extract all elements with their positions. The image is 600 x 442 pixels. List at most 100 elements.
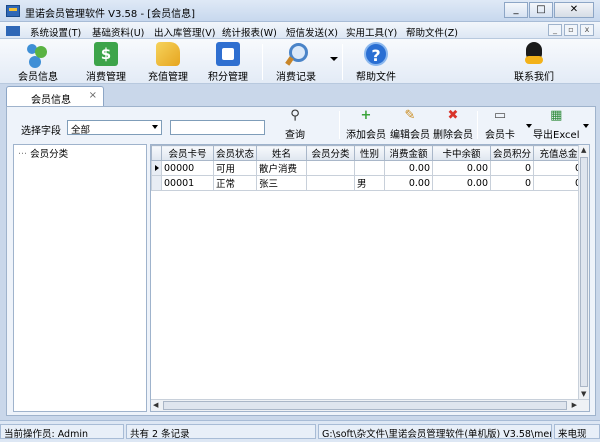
cell-spend-amount: 0.00 — [384, 175, 434, 191]
scroll-right-icon[interactable]: ▶ — [572, 401, 577, 409]
points-button[interactable]: 积分管理 — [208, 42, 248, 83]
search-doc-icon — [284, 42, 308, 66]
horizontal-scroll-thumb[interactable] — [163, 401, 567, 410]
col-gender[interactable]: 性别 — [354, 145, 386, 161]
members-label: 会员信息 — [18, 72, 58, 83]
member-card-button[interactable]: ▭ 会员卡 — [485, 108, 515, 142]
table-row[interactable]: 00000 可用 散户消费 0.00 0.00 0 0 — [151, 160, 585, 176]
mdi-restore-button[interactable]: ▫ — [564, 24, 578, 36]
help-label: 帮助文件 — [356, 72, 396, 83]
menu-help[interactable]: 帮助文件(Z) — [406, 25, 458, 39]
menu-bar: 系统设置(T) 基础资料(U) 出入库管理(V) 统计报表(W) 短信发送(X)… — [0, 22, 600, 39]
col-recharge-total[interactable]: 充值总金 — [533, 145, 585, 161]
status-record-count: 共有 2 条记录 — [126, 424, 316, 439]
vertical-scroll-thumb[interactable] — [580, 157, 588, 387]
status-caller-id: 来电现 — [554, 424, 600, 439]
cell-category — [306, 160, 356, 176]
tree-item-label: 会员分类 — [30, 149, 69, 160]
menu-sms[interactable]: 短信发送(X) — [286, 25, 338, 39]
maximize-button[interactable]: □ — [529, 2, 553, 18]
cell-points: 0 — [490, 160, 535, 176]
recharge-label: 充值管理 — [148, 72, 188, 83]
row-indicator-header — [151, 145, 162, 161]
table-header-row: 会员卡号 会员状态 姓名 会员分类 性别 消费金额 卡中余额 会员积分 充值总金 — [151, 145, 585, 161]
cell-status: 可用 — [212, 160, 258, 176]
scroll-up-icon[interactable]: ▲ — [581, 146, 586, 154]
action-separator — [339, 111, 340, 139]
menu-system-settings[interactable]: 系统设置(T) — [30, 25, 81, 39]
minimize-button[interactable]: _ — [504, 2, 528, 18]
menu-tools[interactable]: 实用工具(Y) — [346, 25, 397, 39]
col-name[interactable]: 姓名 — [256, 145, 308, 161]
field-select[interactable]: 全部 — [67, 120, 162, 136]
scroll-left-icon[interactable]: ◀ — [153, 401, 158, 409]
menu-reports[interactable]: 统计报表(W) — [222, 25, 277, 39]
col-spend-amount[interactable]: 消费金额 — [384, 145, 434, 161]
consumption-button[interactable]: $ 消费管理 — [86, 42, 126, 83]
query-button[interactable]: ⚲ 查询 — [285, 109, 305, 142]
contact-us-button[interactable]: 联系我们 — [514, 42, 554, 83]
search-input[interactable] — [170, 120, 265, 135]
tab-members[interactable]: 会员信息 × — [6, 86, 104, 106]
cell-name: 散户消费 — [256, 160, 308, 176]
mdi-minimize-button[interactable]: _ — [548, 24, 562, 36]
member-card-dropdown[interactable] — [526, 124, 532, 128]
cell-gender: 男 — [354, 175, 386, 191]
consumption-records-dropdown[interactable] — [330, 57, 338, 61]
delete-member-button[interactable]: ✖ 删除会员 — [433, 109, 473, 142]
add-member-label: 添加会员 — [346, 130, 386, 141]
mdi-controls: _ ▫ x — [546, 24, 594, 36]
delete-member-label: 删除会员 — [433, 130, 473, 141]
add-member-button[interactable]: + 添加会员 — [346, 109, 386, 142]
category-tree: ··· 会员分类 — [13, 144, 147, 412]
help-icon: ? — [364, 42, 388, 66]
help-button[interactable]: ? 帮助文件 — [356, 42, 396, 83]
edit-member-label: 编辑会员 — [390, 130, 430, 141]
card-icon: ▭ — [493, 108, 507, 123]
cell-spend-amount: 0.00 — [384, 160, 434, 176]
menu-basic-data[interactable]: 基础资料(U) — [92, 25, 144, 39]
members-button[interactable]: 会员信息 — [18, 42, 58, 83]
members-icon — [26, 42, 50, 66]
edit-icon: ✎ — [404, 108, 416, 123]
export-dropdown[interactable] — [583, 124, 589, 128]
scroll-down-icon[interactable]: ▼ — [581, 390, 586, 398]
toolbar-separator — [262, 44, 263, 80]
tree-line-icon: ··· — [18, 149, 28, 160]
vertical-scrollbar[interactable]: ▲ ▼ — [578, 145, 589, 399]
consumption-records-label: 消费记录 — [276, 72, 316, 83]
action-separator — [477, 111, 478, 139]
col-card-number[interactable]: 会员卡号 — [161, 145, 214, 161]
tree-item-member-category[interactable]: ··· 会员分类 — [18, 146, 68, 160]
mdi-close-button[interactable]: x — [580, 24, 594, 36]
edit-member-button[interactable]: ✎ 编辑会员 — [390, 108, 430, 142]
query-label: 查询 — [285, 130, 305, 141]
cell-gender — [354, 160, 386, 176]
members-table: 会员卡号 会员状态 姓名 会员分类 性别 消费金额 卡中余额 会员积分 充值总金… — [150, 144, 590, 412]
tab-members-label: 会员信息 — [31, 95, 71, 106]
col-points[interactable]: 会员积分 — [490, 145, 535, 161]
field-label: 选择字段 — [21, 126, 61, 137]
col-card-balance[interactable]: 卡中余额 — [432, 145, 492, 161]
horizontal-scrollbar[interactable]: ◀ ▶ — [151, 399, 589, 411]
cell-card-balance: 0.00 — [432, 160, 492, 176]
title-bar: 里诺会员管理软件 V3.58 - [会员信息] _ □ ✕ — [0, 0, 600, 22]
money-icon: $ — [94, 42, 118, 66]
recharge-button[interactable]: 充值管理 — [148, 42, 188, 83]
members-panel: 选择字段 全部 ⚲ 查询 + 添加会员 ✎ 编辑会员 ✖ 删除会员 ▭ 会员卡 — [6, 106, 596, 416]
consumption-records-button[interactable]: 消费记录 — [276, 42, 316, 83]
menu-app-icon — [6, 26, 20, 36]
table-row[interactable]: 00001 正常 张三 男 0.00 0.00 0 0 — [151, 175, 585, 191]
export-excel-button[interactable]: ▦ 导出Excel — [533, 109, 580, 142]
tag-icon — [156, 42, 180, 66]
col-status[interactable]: 会员状态 — [212, 145, 258, 161]
tab-close-icon[interactable]: × — [89, 90, 97, 101]
consumption-label: 消费管理 — [86, 72, 126, 83]
cell-card-number: 00000 — [161, 160, 214, 176]
chevron-down-icon — [152, 125, 158, 129]
close-button[interactable]: ✕ — [554, 2, 594, 18]
menu-stock-management[interactable]: 出入库管理(V) — [154, 25, 215, 39]
col-category[interactable]: 会员分类 — [306, 145, 356, 161]
points-label: 积分管理 — [208, 72, 248, 83]
cell-recharge-total: 0 — [533, 160, 585, 176]
